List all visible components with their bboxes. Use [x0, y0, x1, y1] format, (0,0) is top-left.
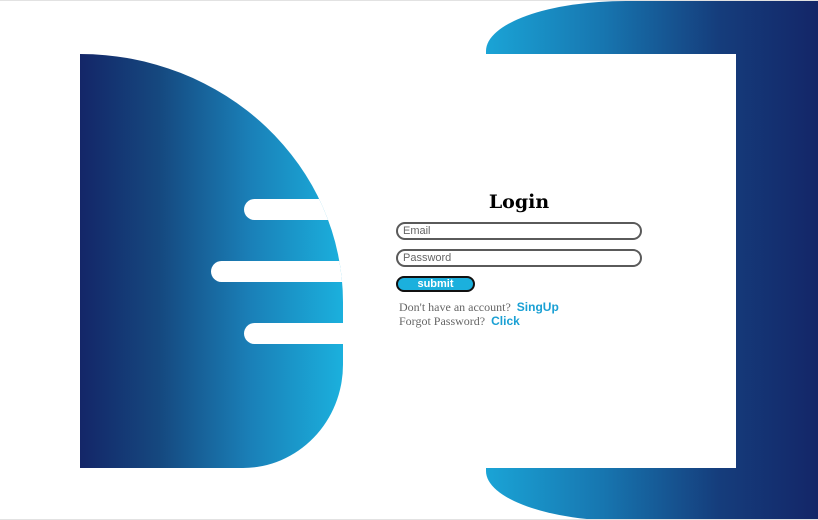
forgot-prompt: Forgot Password?: [399, 314, 486, 328]
login-title: Login: [488, 191, 550, 213]
submit-button[interactable]: submit: [396, 276, 475, 292]
signup-link[interactable]: SingUp: [517, 300, 559, 314]
login-form: Login submit Don't have an account? Sing…: [396, 191, 646, 328]
signup-row: Don't have an account? SingUp: [399, 300, 646, 314]
auth-links: Don't have an account? SingUp Forgot Pas…: [396, 300, 646, 328]
decorative-slot: [244, 199, 343, 220]
forgot-password-link[interactable]: Click: [491, 314, 520, 328]
decorative-slot: [244, 323, 343, 344]
email-input[interactable]: [396, 222, 642, 240]
signup-prompt: Don't have an account?: [399, 300, 511, 314]
forgot-row: Forgot Password? Click: [399, 314, 646, 328]
decorative-slot: [211, 261, 343, 282]
page: Login submit Don't have an account? Sing…: [0, 0, 818, 520]
password-input[interactable]: [396, 249, 642, 267]
